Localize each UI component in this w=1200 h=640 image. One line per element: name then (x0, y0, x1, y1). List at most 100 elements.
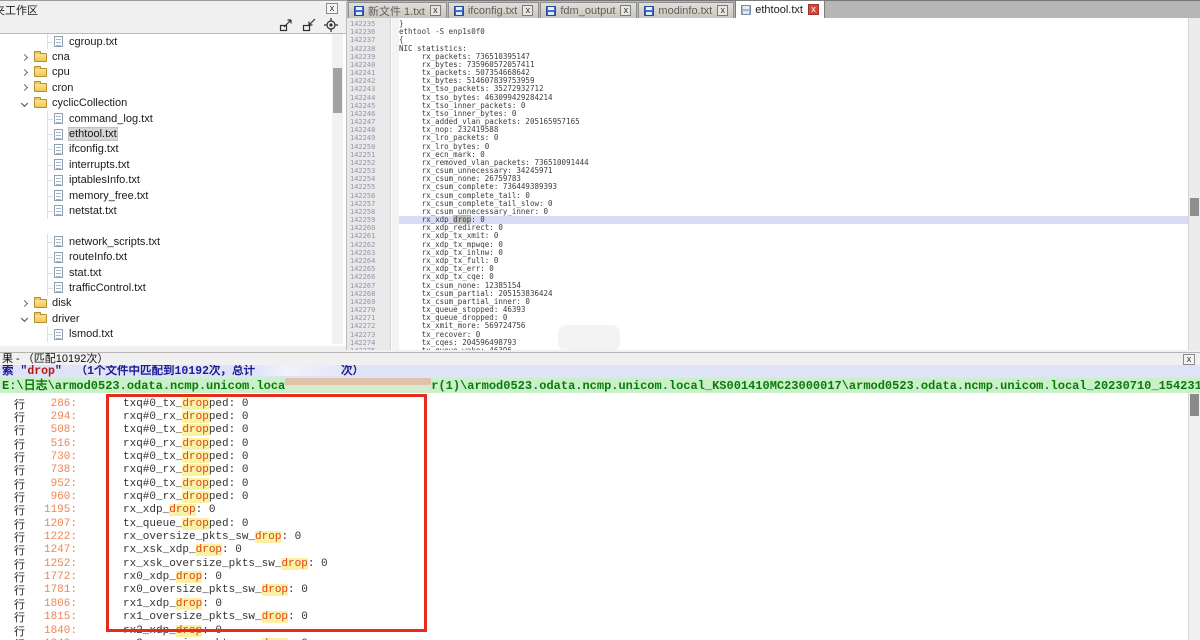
result-row-line-1772[interactable]: 行1772:rx0_xdp_drop: 0 (0, 570, 1188, 583)
results-close-icon[interactable]: x (1183, 354, 1195, 365)
tree-scrollbar-thumb[interactable] (333, 68, 342, 113)
tree-item-netstat.txt[interactable]: netstat.txt (0, 203, 346, 218)
result-row-line-1806[interactable]: 行1806:rx1_xdp_drop: 0 (0, 597, 1188, 610)
close-tab-icon[interactable]: x (620, 5, 631, 16)
tab-modinfo.txt[interactable]: modinfo.txtx (638, 2, 734, 18)
collapse-all-icon[interactable] (302, 18, 317, 32)
line-number: 142241 (347, 69, 390, 77)
code-line: ethtool -S enp1s0f0 (399, 28, 1188, 36)
expand-arrow-icon[interactable] (21, 84, 28, 91)
tree-item-cna[interactable]: cna (0, 49, 346, 64)
close-tab-icon[interactable]: x (430, 5, 441, 16)
result-row-line-1247[interactable]: 行1247:rx_xsk_xdp_drop: 0 (0, 544, 1188, 557)
code-line: rx_xdp_tx_err: 0 (399, 265, 1188, 273)
code-text-area[interactable]: }ethtool -S enp1s0f0{NIC statistics: rx_… (399, 18, 1188, 350)
tree-item-label: ifconfig.txt (69, 143, 119, 155)
line-number: 142263 (347, 249, 390, 257)
tree-item-label: network_scripts.txt (69, 236, 160, 248)
row-line-number: 1772: (27, 571, 77, 583)
locate-file-icon[interactable] (324, 18, 338, 32)
file-icon (54, 36, 63, 47)
tree-item-cyclicCollection[interactable]: cyclicCollection (0, 96, 346, 111)
tree-item-cgroup.txt[interactable]: cgroup.txt (0, 34, 346, 49)
line-number: 142238 (347, 45, 390, 53)
match-highlight: drop (182, 518, 208, 530)
tree-item-trafficControl.txt[interactable]: trafficControl.txt (0, 280, 346, 295)
results-scrollbar[interactable] (1188, 393, 1200, 640)
expand-all-icon[interactable] (279, 18, 294, 32)
line-number: 142260 (347, 224, 390, 232)
result-file-path-line[interactable]: E:\日志\armod0523.odata.ncmp.unicom.locar(… (0, 378, 1200, 393)
tree-item-cpu[interactable]: cpu (0, 65, 346, 80)
result-row-line-516[interactable]: 行516:rxq#0_rx_dropped: 0 (0, 437, 1188, 450)
workspace-close-icon[interactable]: x (326, 3, 338, 14)
result-row-line-1207[interactable]: 行1207:tx_queue_dropped: 0 (0, 517, 1188, 530)
code-line: tx_tso_inner_packets: 0 (399, 102, 1188, 110)
result-row-line-730[interactable]: 行730:txq#0_tx_dropped: 0 (0, 450, 1188, 463)
editor-scrollbar[interactable] (1188, 18, 1200, 350)
editor-scrollbar-thumb[interactable] (1190, 198, 1199, 216)
tree-item-memory_free.txt[interactable]: memory_free.txt (0, 188, 346, 203)
result-row-line-294[interactable]: 行294:rxq#0_rx_dropped: 0 (0, 410, 1188, 423)
tree-item-command_log.txt[interactable]: command_log.txt (0, 111, 346, 126)
tree-item-label: interrupts.txt (69, 159, 130, 171)
result-row-line-1222[interactable]: 行1222:rx_oversize_pkts_sw_drop: 0 (0, 530, 1188, 543)
tree-item-ifconfig.txt[interactable]: ifconfig.txt (0, 142, 346, 157)
folder-icon (34, 83, 47, 92)
close-tab-icon[interactable]: x (717, 5, 728, 16)
line-number: 142265 (347, 265, 390, 273)
tree-item-iptablesInfo.txt[interactable]: iptablesInfo.txt (0, 173, 346, 188)
code-line: rx_xdp_tx_full: 0 (399, 257, 1188, 265)
close-tab-icon[interactable]: x (522, 5, 533, 16)
tree-item-disk[interactable]: disk (0, 296, 346, 311)
result-row-line-286[interactable]: 行286:txq#0_tx_dropped: 0 (0, 397, 1188, 410)
results-header-title: 果 - （匹配10192次） (2, 353, 108, 365)
code-line: tx_cqes: 204596498793 (399, 339, 1188, 347)
row-line-number: 1252: (27, 558, 77, 570)
match-highlight: drop (182, 451, 208, 463)
file-icon (54, 113, 63, 124)
results-scrollbar-thumb[interactable] (1190, 394, 1199, 416)
row-line-number: 1222: (27, 531, 77, 543)
result-row-line-1815[interactable]: 行1815:rx1_oversize_pkts_sw_drop: 0 (0, 611, 1188, 624)
result-row-line-1195[interactable]: 行1195:rx_xdp_drop: 0 (0, 504, 1188, 517)
tree-item-label: cna (52, 51, 70, 63)
save-file-icon (354, 6, 364, 16)
file-icon (54, 144, 63, 155)
expand-arrow-icon[interactable] (21, 69, 28, 76)
tree-item-network_scripts.txt[interactable]: network_scripts.txt (0, 234, 346, 249)
tree-scrollbar[interactable] (332, 34, 343, 344)
result-row-line-738[interactable]: 行738:rxq#0_rx_dropped: 0 (0, 464, 1188, 477)
tree-item-interrupts.txt[interactable]: interrupts.txt (0, 157, 346, 172)
close-tab-icon[interactable]: x (808, 4, 819, 15)
result-row-line-1781[interactable]: 行1781:rx0_oversize_pkts_sw_drop: 0 (0, 584, 1188, 597)
tab-新文件 1.txt[interactable]: 新文件 1.txtx (348, 2, 447, 18)
row-line-number: 294: (27, 411, 77, 423)
tree-item-cron[interactable]: cron (0, 80, 346, 95)
tab-fdm_output[interactable]: fdm_output x (540, 2, 637, 18)
result-row-line-1840[interactable]: 行1840:rx2_xdp_drop: 0 (0, 624, 1188, 637)
expand-arrow-icon[interactable] (21, 300, 28, 307)
line-number: 142270 (347, 306, 390, 314)
collapse-arrow-icon[interactable] (21, 100, 28, 107)
result-row-line-960[interactable]: 行960:rxq#0_rx_dropped: 0 (0, 490, 1188, 503)
tree-item-ethtool.txt[interactable]: ethtool.txt (0, 126, 346, 141)
file-icon (54, 205, 63, 216)
tab-ethtool.txt[interactable]: ethtool.txtx (735, 0, 825, 18)
tree-item-stat.txt[interactable]: stat.txt (0, 265, 346, 280)
tree-item-lsmod.txt[interactable]: lsmod.txt (0, 326, 346, 341)
result-row-line-1252[interactable]: 行1252:rx_xsk_oversize_pkts_sw_drop: 0 (0, 557, 1188, 570)
row-match-text: rx0_oversize_pkts_sw_drop: 0 (123, 584, 308, 596)
result-row-line-508[interactable]: 行508:txq#0_tx_dropped: 0 (0, 424, 1188, 437)
result-rows: 行286:txq#0_tx_dropped: 0行294:rxq#0_rx_dr… (0, 395, 1188, 640)
code-line: tx_nop: 232419588 (399, 126, 1188, 134)
result-row-line-952[interactable]: 行952:txq#0_tx_dropped: 0 (0, 477, 1188, 490)
tab-ifconfig.txt[interactable]: ifconfig.txtx (448, 2, 540, 18)
row-line-number: 730: (27, 451, 77, 463)
tree-item-redacted (0, 219, 346, 234)
tree-item-routeInfo.txt[interactable]: routeInfo.txt (0, 249, 346, 264)
collapse-arrow-icon[interactable] (21, 315, 28, 322)
expand-arrow-icon[interactable] (21, 54, 28, 61)
tree-item-driver[interactable]: driver (0, 311, 346, 326)
tab-label: fdm_output (560, 5, 615, 17)
